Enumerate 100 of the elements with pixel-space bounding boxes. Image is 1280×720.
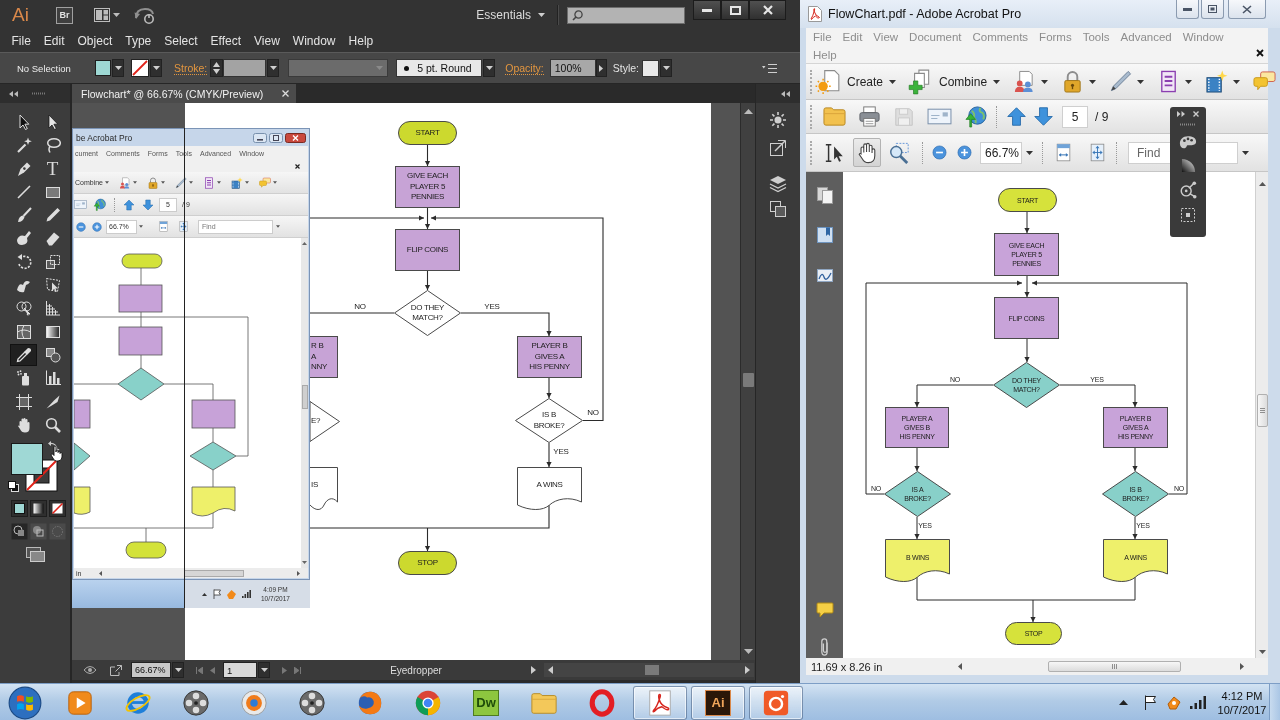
scroll-left-arrow-icon[interactable]: [958, 663, 962, 670]
stepper-button[interactable]: [210, 59, 224, 77]
opacity-field[interactable]: 100%: [549, 59, 596, 77]
draw-behind-icon[interactable]: [30, 523, 47, 541]
dropdown-button[interactable]: [258, 662, 270, 678]
find-dropdown-button[interactable]: [1242, 150, 1249, 155]
zoom-field[interactable]: 66.7%: [980, 141, 1022, 164]
close-button[interactable]: [749, 0, 786, 20]
bridge-button[interactable]: Br: [55, 6, 73, 24]
tool-button[interactable]: [853, 138, 881, 167]
pages-icon[interactable]: [815, 186, 834, 204]
minimize-button[interactable]: [1176, 0, 1199, 19]
panel-menu-icon[interactable]: [762, 63, 777, 73]
stroke-panel-link[interactable]: Stroke:: [174, 61, 208, 75]
down-arrow-icon[interactable]: [1033, 106, 1054, 127]
flyout-button[interactable]: [595, 59, 607, 77]
arrange-documents-button[interactable]: [93, 8, 120, 22]
menu-item[interactable]: Edit: [37, 34, 72, 48]
dropdown-button[interactable]: [660, 59, 673, 77]
zoom-field[interactable]: 66.67%: [131, 662, 171, 678]
share-icon[interactable]: [110, 664, 122, 676]
style-swatch[interactable]: [642, 59, 660, 77]
fill-swatch[interactable]: [11, 443, 43, 476]
paperclip-icon[interactable]: [819, 638, 830, 656]
menu-item[interactable]: Object: [71, 34, 119, 48]
tool-button[interactable]: [10, 343, 37, 366]
scroll-right-arrow-icon[interactable]: [1240, 663, 1244, 670]
right-arrow-icon[interactable]: [531, 666, 536, 674]
menu-item[interactable]: Window: [286, 34, 343, 48]
collapse-arrows-icon[interactable]: [9, 90, 18, 97]
close-icon[interactable]: [1256, 49, 1264, 57]
square-arrow-icon[interactable]: [769, 139, 787, 157]
fill-swatch[interactable]: [95, 60, 111, 76]
toolbar-dropdown-button[interactable]: [1205, 70, 1241, 93]
scrollbar-thumb[interactable]: [645, 665, 659, 675]
menu-item[interactable]: Type: [118, 34, 158, 48]
workspace-switcher[interactable]: Essentials: [476, 8, 545, 22]
restore-button[interactable]: [1201, 0, 1224, 19]
collapse-arrows-icon[interactable]: [781, 90, 790, 97]
stroke-swatch[interactable]: [131, 59, 149, 77]
scroll-left-arrow-icon[interactable]: [548, 666, 553, 674]
search-field[interactable]: [567, 6, 685, 24]
bookmark-icon[interactable]: [815, 226, 834, 244]
scrollbar-thumb[interactable]: [742, 373, 754, 387]
last-page-icon[interactable]: [294, 666, 301, 674]
start-button[interactable]: [8, 685, 42, 720]
stroke-weight-field[interactable]: [223, 59, 267, 77]
toolbar-dropdown-button[interactable]: [1109, 70, 1145, 93]
taskbar-button[interactable]: [633, 685, 687, 720]
toolbar-dropdown-button[interactable]: [1061, 70, 1097, 93]
sync-icon[interactable]: [133, 6, 156, 24]
signal-bars-icon[interactable]: [1190, 696, 1206, 709]
vertical-scrollbar[interactable]: [740, 103, 755, 660]
color-mode-button[interactable]: [11, 500, 28, 518]
toolbar-dropdown-button[interactable]: [1013, 70, 1049, 93]
signature-pen-icon[interactable]: [815, 266, 834, 284]
taskbar-button[interactable]: Ai: [691, 685, 745, 720]
menu-item[interactable]: Select: [157, 34, 205, 48]
dropdown-button[interactable]: [267, 59, 280, 77]
node-target-icon[interactable]: [1179, 181, 1197, 199]
layers-icon[interactable]: [769, 175, 787, 193]
printer-icon[interactable]: [858, 105, 881, 128]
flag-icon[interactable]: [1144, 695, 1157, 710]
taskbar-button[interactable]: [749, 685, 803, 720]
previous-page-icon[interactable]: [210, 666, 215, 674]
crop-frame-icon[interactable]: [1180, 207, 1196, 223]
document-tab[interactable]: Flowchart* @ 66.67% (CMYK/Preview): [72, 84, 296, 103]
brush-dropdown[interactable]: 5 pt. Round: [396, 59, 483, 77]
type-tool-button[interactable]: T: [39, 157, 66, 180]
menu-item[interactable]: Help: [342, 34, 380, 48]
overlapping-squares-icon[interactable]: [769, 200, 787, 218]
scroll-down-arrow-icon[interactable]: [743, 649, 753, 654]
opacity-panel-link[interactable]: Opacity:: [505, 61, 544, 75]
scroll-down-arrow-icon[interactable]: [1258, 650, 1266, 654]
dropdown-button[interactable]: [483, 59, 496, 77]
horizontal-scrollbar[interactable]: [544, 663, 754, 677]
fit-width-icon[interactable]: [1054, 143, 1073, 162]
maximize-button[interactable]: [721, 0, 749, 20]
gradient-wedge-icon[interactable]: [1180, 158, 1196, 173]
next-page-icon[interactable]: [282, 666, 287, 674]
expand-arrows-icon[interactable]: [1177, 110, 1185, 117]
screen-mode-icon[interactable]: [25, 546, 45, 563]
menu-item[interactable]: View: [247, 34, 287, 48]
combine-button[interactable]: Combine: [907, 68, 1001, 95]
up-arrow-icon[interactable]: [1006, 106, 1027, 127]
dropdown-button[interactable]: [172, 662, 184, 678]
menu-item[interactable]: Effect: [204, 34, 248, 48]
default-colors-icon[interactable]: [8, 481, 19, 493]
gradient-mode-button[interactable]: [30, 500, 47, 518]
first-page-icon[interactable]: [196, 666, 203, 674]
scrollbar-thumb[interactable]: [1048, 661, 1181, 672]
artboard-field[interactable]: 1: [223, 662, 257, 678]
create-button[interactable]: Create: [815, 68, 897, 95]
draw-normal-icon[interactable]: [11, 523, 28, 541]
none-mode-button[interactable]: [49, 500, 66, 518]
show-hidden-icons-icon[interactable]: [1119, 700, 1128, 705]
scroll-right-arrow-icon[interactable]: [745, 666, 750, 674]
taskbar-button[interactable]: Dw: [459, 685, 513, 720]
zoom-out-icon[interactable]: [932, 145, 947, 160]
palette-icon[interactable]: [1179, 135, 1197, 150]
